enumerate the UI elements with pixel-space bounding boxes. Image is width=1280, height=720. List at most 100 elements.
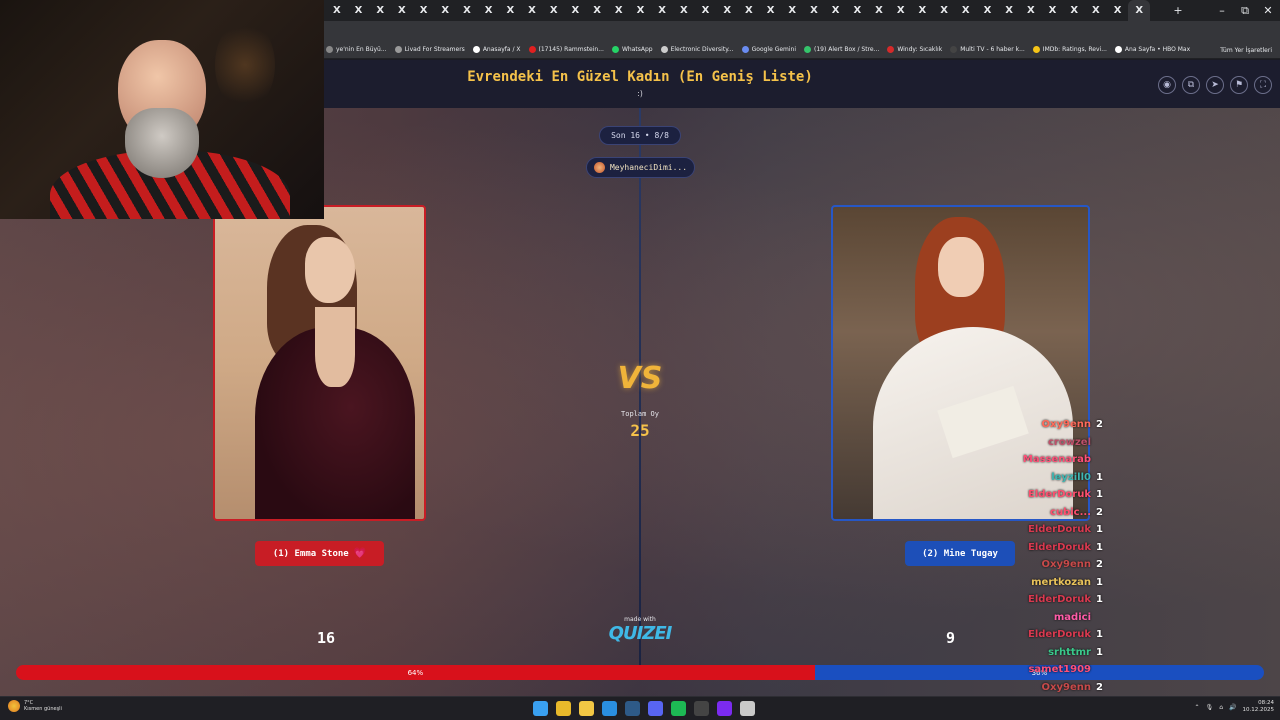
- bookmark-item[interactable]: Electronic Diversity...: [660, 46, 734, 53]
- bookmark-item[interactable]: Multi TV - 6 haber k...: [950, 46, 1025, 53]
- tab-close-icon[interactable]: X: [441, 5, 449, 16]
- tab-close-icon[interactable]: X: [420, 5, 428, 16]
- bookmark-item[interactable]: Livad For Streamers: [394, 46, 465, 53]
- tab-close-icon[interactable]: X: [723, 5, 731, 16]
- edge-icon[interactable]: [602, 701, 617, 716]
- tab-close-icon[interactable]: X: [615, 5, 623, 16]
- browser-tab[interactable]: X: [348, 0, 370, 21]
- clock[interactable]: 08:24 10.12.2025: [1243, 700, 1275, 714]
- browser-tab[interactable]: X: [565, 0, 587, 21]
- bookmark-item[interactable]: Google Gemini: [741, 46, 796, 53]
- microphone-icon[interactable]: 🎙: [1206, 704, 1214, 711]
- browser-tab[interactable]: X: [369, 0, 391, 21]
- browser-tab[interactable]: X: [716, 0, 738, 21]
- tab-close-icon[interactable]: X: [875, 5, 883, 16]
- tab-close-icon[interactable]: X: [463, 5, 471, 16]
- browser-tab[interactable]: X: [478, 0, 500, 21]
- browser-tab[interactable]: X: [543, 0, 565, 21]
- browser-tab[interactable]: X: [413, 0, 435, 21]
- browser-tab[interactable]: X: [1063, 0, 1085, 21]
- browser-tab[interactable]: X: [760, 0, 782, 21]
- browser-tab[interactable]: X: [955, 0, 977, 21]
- browser-tab[interactable]: X: [673, 0, 695, 21]
- browser-tab[interactable]: X: [890, 0, 912, 21]
- browser-tab[interactable]: X: [326, 0, 348, 21]
- tab-close-icon[interactable]: X: [680, 5, 688, 16]
- tab-close-icon[interactable]: X: [1005, 5, 1013, 16]
- settings-icon[interactable]: [740, 701, 755, 716]
- tab-close-icon[interactable]: X: [810, 5, 818, 16]
- browser-tab[interactable]: X: [651, 0, 673, 21]
- eye-icon[interactable]: ◉: [1158, 76, 1176, 94]
- browser-tab[interactable]: X: [434, 0, 456, 21]
- new-tab-button[interactable]: +: [1168, 0, 1188, 21]
- tab-close-icon[interactable]: X: [658, 5, 666, 16]
- tab-close-icon[interactable]: X: [962, 5, 970, 16]
- tab-close-icon[interactable]: X: [572, 5, 580, 16]
- network-icon[interactable]: ⌂: [1219, 704, 1223, 711]
- copy-icon[interactable]: ⧉: [1182, 76, 1200, 94]
- flag-icon[interactable]: ⚑: [1230, 76, 1248, 94]
- browser-tab[interactable]: X: [825, 0, 847, 21]
- browser-tab[interactable]: X: [868, 0, 890, 21]
- option-left-button[interactable]: (1) Emma Stone 💗: [255, 541, 384, 566]
- browser-tab[interactable]: X: [586, 0, 608, 21]
- browser-tab[interactable]: X: [803, 0, 825, 21]
- minimize-button[interactable]: –: [1212, 0, 1232, 21]
- browser-tab[interactable]: X: [912, 0, 934, 21]
- tab-close-icon[interactable]: X: [1049, 5, 1057, 16]
- tab-close-icon[interactable]: X: [1070, 5, 1078, 16]
- tab-close-icon[interactable]: X: [1092, 5, 1100, 16]
- tab-close-icon[interactable]: X: [1114, 5, 1122, 16]
- browser-tab[interactable]: X: [391, 0, 413, 21]
- tab-close-icon[interactable]: X: [984, 5, 992, 16]
- tab-close-icon[interactable]: X: [376, 5, 384, 16]
- bookmark-item[interactable]: ye'nin En Büyü...: [326, 46, 387, 53]
- discord-icon[interactable]: [648, 701, 663, 716]
- tab-close-icon[interactable]: X: [1135, 5, 1143, 16]
- close-window-button[interactable]: ✕: [1258, 0, 1278, 21]
- bookmark-item[interactable]: IMDb: Ratings, Revi...: [1032, 46, 1107, 53]
- file-explorer-icon[interactable]: [579, 701, 594, 716]
- weather-widget[interactable]: 7°C Kısmen güneşli: [8, 700, 62, 712]
- app-icon[interactable]: [717, 701, 732, 716]
- option-left-image[interactable]: [213, 205, 426, 521]
- all-bookmarks-button[interactable]: Tüm Yer İşaretleri: [1220, 41, 1272, 59]
- tab-close-icon[interactable]: X: [355, 5, 363, 16]
- tab-close-icon[interactable]: X: [1027, 5, 1035, 16]
- browser-tab[interactable]: X: [456, 0, 478, 21]
- tab-close-icon[interactable]: X: [637, 5, 645, 16]
- browser-tab[interactable]: X: [1107, 0, 1129, 21]
- browser-tab[interactable]: X: [1042, 0, 1064, 21]
- tab-close-icon[interactable]: X: [897, 5, 905, 16]
- maximize-button[interactable]: ⧉: [1235, 0, 1255, 21]
- browser-tab[interactable]: X: [933, 0, 955, 21]
- bookmark-item[interactable]: (17145) Rammstein...: [528, 46, 604, 53]
- spotify-icon[interactable]: [671, 701, 686, 716]
- obs-icon[interactable]: [694, 701, 709, 716]
- bookmark-item[interactable]: WhatsApp: [611, 46, 653, 53]
- fullscreen-icon[interactable]: ⛶: [1254, 76, 1272, 94]
- bookmark-item[interactable]: Ana Sayfa • HBO Max: [1114, 46, 1190, 53]
- tab-close-icon[interactable]: X: [528, 5, 536, 16]
- bookmark-item[interactable]: (19) Alert Box / Stre...: [804, 46, 879, 53]
- tab-close-icon[interactable]: X: [333, 5, 341, 16]
- browser-tab[interactable]: X: [1020, 0, 1042, 21]
- tab-close-icon[interactable]: X: [398, 5, 406, 16]
- browser-tab[interactable]: X: [500, 0, 522, 21]
- tab-close-icon[interactable]: X: [940, 5, 948, 16]
- tab-close-icon[interactable]: X: [832, 5, 840, 16]
- tab-close-icon[interactable]: X: [745, 5, 753, 16]
- bookmark-item[interactable]: Anasayfa / X: [472, 46, 521, 53]
- tab-close-icon[interactable]: X: [506, 5, 514, 16]
- tab-close-icon[interactable]: X: [788, 5, 796, 16]
- browser-tab[interactable]: X: [977, 0, 999, 21]
- browser-tab[interactable]: X: [630, 0, 652, 21]
- browser-tab[interactable]: X: [847, 0, 869, 21]
- send-icon[interactable]: ➤: [1206, 76, 1224, 94]
- browser-tab[interactable]: X: [998, 0, 1020, 21]
- tab-close-icon[interactable]: X: [702, 5, 710, 16]
- tab-close-icon[interactable]: X: [485, 5, 493, 16]
- tab-close-icon[interactable]: X: [550, 5, 558, 16]
- tab-close-icon[interactable]: X: [853, 5, 861, 16]
